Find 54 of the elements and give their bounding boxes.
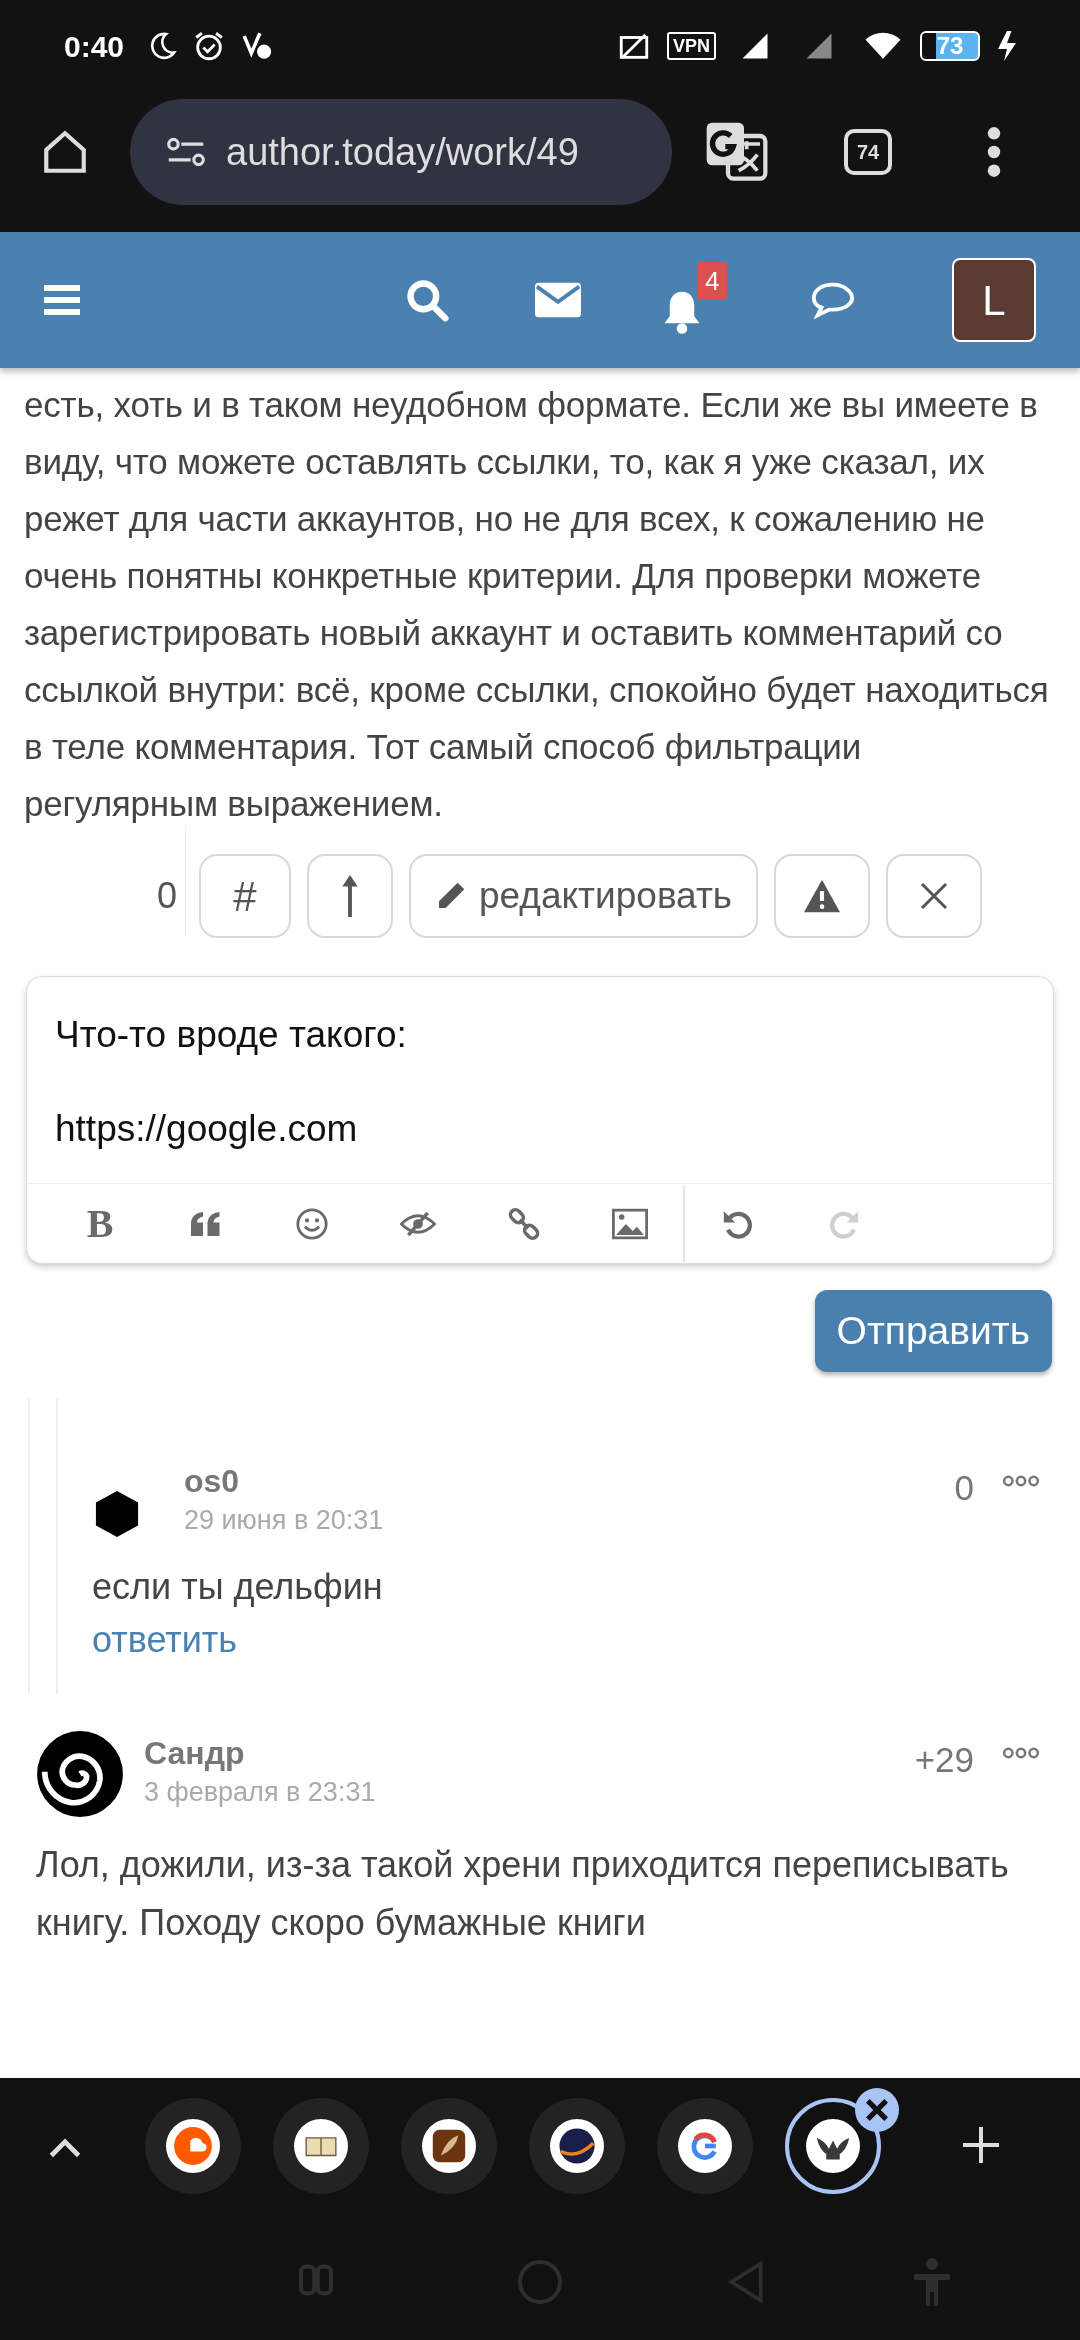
comment-input[interactable]: Что-то вроде такого: https://google.com: [27, 977, 1053, 1183]
more-icon[interactable]: [1002, 1474, 1040, 1488]
chevron-up-icon[interactable]: [48, 2136, 82, 2158]
top-button[interactable]: [307, 854, 393, 938]
site-icon: [422, 2119, 476, 2173]
reply-link[interactable]: ответить: [92, 1616, 238, 1664]
submit-button[interactable]: Отправить: [814, 1290, 1052, 1372]
comment-text: Лол, дожили, из-за такой хрени приходится переписывать книгу. Походу скоро бумажные книги: [36, 1843, 1010, 1945]
plus-icon[interactable]: [961, 2125, 1001, 2165]
comment-author[interactable]: os0: [184, 1462, 955, 1500]
address-bar[interactable]: author.today/work/49: [130, 99, 672, 205]
comment-date: 3 февраля в 23:31: [144, 1776, 377, 1809]
comment-text: есть, хоть и в таком неудобном формате. Если же вы имеете в виду, что можете оставлять ссылки, то, как я уже сказал, их режет для части аккаунтов, но не для всех, к сожалению не очень понятны конкретные критерии. Для проверки можете зарегистрировать новый аккаунт и оставить комментарий со ссылкой внутри: всё, кроме ссылки, спокойно будет находиться в теле комментария. Тот самый способ фильтрации регулярным выражением.: [23, 384, 1050, 825]
site-settings-icon[interactable]: [164, 135, 208, 169]
vpn-badge: VPN: [667, 32, 716, 60]
user-avatar[interactable]: L: [952, 258, 1036, 342]
edit-button[interactable]: редактировать: [409, 854, 759, 938]
status-time: 0:40: [64, 28, 125, 65]
url-text: author.today/work/49: [226, 129, 579, 175]
signal-icon: [740, 31, 770, 61]
signal-icon: [804, 31, 834, 61]
up-arrow-icon: [340, 873, 360, 919]
smiley-icon[interactable]: [294, 1206, 330, 1241]
site-icon: [806, 2119, 860, 2173]
more-icon[interactable]: [1002, 1746, 1040, 1760]
bold-button[interactable]: B: [86, 1193, 114, 1254]
hexagon-avatar: [94, 1488, 140, 1540]
comment-editor[interactable]: Что-то вроде такого: https://google.com B: [26, 976, 1054, 1264]
comment-score: 0: [954, 1467, 974, 1509]
delete-button[interactable]: [886, 854, 983, 938]
chat-icon[interactable]: [810, 280, 856, 320]
charging-icon: [998, 31, 1016, 61]
battery-indicator: 73: [920, 31, 980, 61]
link-icon[interactable]: [506, 1206, 542, 1241]
site-icon: [550, 2119, 604, 2173]
close-icon[interactable]: [855, 2088, 899, 2132]
site-icon: [294, 2119, 348, 2173]
report-button[interactable]: [774, 854, 871, 938]
vote-score: 0: [155, 874, 178, 918]
anchor-button[interactable]: #: [199, 854, 291, 938]
mail-icon[interactable]: [535, 282, 581, 318]
site-icon: [678, 2119, 732, 2173]
translate-icon[interactable]: [704, 120, 768, 184]
search-icon[interactable]: [405, 278, 449, 322]
close-icon: [919, 881, 950, 911]
comment-text: если ты дельфин: [92, 1565, 384, 1609]
site-icon: [166, 2119, 220, 2173]
comment-date: 29 июня в 20:31: [184, 1504, 385, 1537]
comment-score: +29: [914, 1739, 974, 1781]
tab-count-button[interactable]: 74: [844, 129, 892, 175]
comment-author[interactable]: Сандр: [144, 1734, 915, 1772]
warning-icon: [802, 878, 843, 914]
image-icon[interactable]: [612, 1206, 648, 1241]
notification-count: 4: [697, 262, 728, 300]
